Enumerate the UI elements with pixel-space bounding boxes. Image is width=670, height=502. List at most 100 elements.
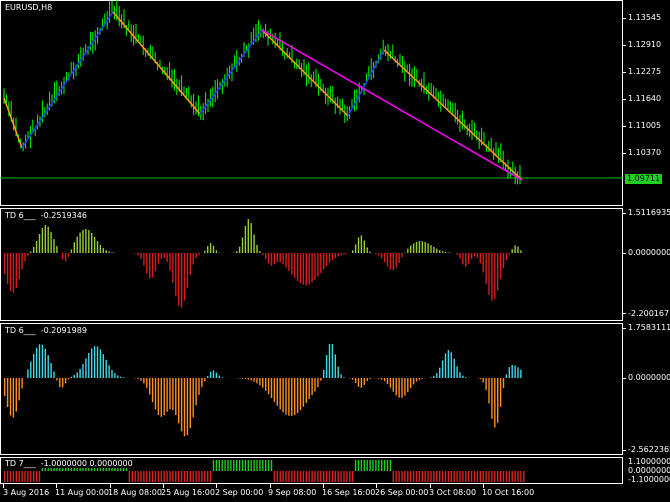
- histogram-bar: [215, 372, 218, 378]
- signal-bar: [149, 471, 151, 482]
- histogram-bar: [166, 253, 168, 262]
- histogram-bar: [273, 378, 276, 402]
- signal-bar: [207, 471, 209, 482]
- zigzag-segment: [199, 29, 263, 115]
- histogram-bar: [508, 367, 510, 378]
- histogram-bar: [265, 253, 267, 260]
- signal-bar: [436, 471, 438, 482]
- zigzag-segment: [3, 97, 23, 149]
- histogram-bar: [253, 234, 255, 253]
- histogram-bar: [108, 365, 110, 378]
- price-label: 1.12275: [628, 67, 662, 76]
- signal-bar: [331, 471, 334, 482]
- histogram-bar: [383, 378, 386, 382]
- histogram-bar: [18, 253, 20, 280]
- histogram-bar: [151, 253, 154, 278]
- signal-bar: [459, 471, 461, 482]
- histogram-bar: [369, 378, 371, 379]
- signal-bar: [238, 460, 241, 471]
- histogram-bar: [105, 250, 107, 253]
- histogram-bar: [189, 253, 191, 275]
- histogram-bar: [276, 378, 278, 406]
- histogram-bar: [117, 375, 119, 378]
- histogram-bar: [331, 253, 334, 261]
- signal-bar: [407, 471, 409, 482]
- histogram-bar: [404, 378, 406, 396]
- signal-bar: [508, 471, 510, 482]
- signal-bar: [511, 471, 513, 482]
- histogram-bar: [59, 378, 61, 387]
- signal-bar: [15, 471, 17, 482]
- histogram-bar: [102, 248, 104, 253]
- signal-bar: [360, 460, 363, 471]
- signal-bar: [291, 471, 293, 482]
- histogram-bar: [320, 378, 322, 381]
- time-label: 18 Aug 08:00: [108, 488, 162, 497]
- histogram-bar: [482, 253, 484, 273]
- histogram-bar: [207, 246, 209, 253]
- histogram-bar: [412, 378, 415, 385]
- time-label: 26 Sep 00:00: [375, 488, 429, 497]
- signal-bar: [212, 460, 215, 471]
- histogram-bar: [250, 378, 252, 381]
- histogram-bar: [479, 253, 481, 264]
- signal-bar: [299, 471, 302, 482]
- signal-bar: [256, 460, 258, 471]
- histogram-bar: [378, 253, 380, 256]
- histogram-bar: [50, 362, 52, 378]
- price-label: 1.11005: [628, 121, 662, 130]
- histogram-bar: [143, 378, 145, 384]
- histogram-bar: [85, 229, 87, 253]
- signal-bar: [244, 460, 247, 471]
- histogram-bar: [178, 253, 180, 306]
- histogram-bar: [407, 248, 409, 253]
- signal-bar: [172, 471, 174, 482]
- histogram-bar: [215, 250, 218, 253]
- signal-bar: [166, 471, 168, 482]
- histogram-bar: [325, 253, 328, 266]
- signal-bar: [401, 471, 403, 482]
- signal-bar: [378, 460, 380, 471]
- histogram-bar: [337, 366, 339, 378]
- indicator-level-label: 1.5116935: [628, 208, 670, 217]
- histogram-bar: [401, 253, 403, 258]
- signal-bar: [250, 460, 252, 471]
- histogram-bar: [427, 243, 429, 253]
- histogram-bar: [67, 253, 70, 258]
- signal-bar: [375, 460, 377, 471]
- trend-line: [261, 29, 523, 181]
- histogram-bar: [6, 253, 9, 284]
- histogram-bar: [175, 378, 177, 416]
- signal-bar: [450, 471, 452, 482]
- histogram-bar: [288, 253, 290, 271]
- histogram-bar: [520, 250, 522, 253]
- signal-bar: [311, 471, 313, 482]
- signal-bar: [221, 460, 223, 471]
- histogram-bar: [517, 367, 519, 378]
- histogram-bar: [392, 378, 394, 392]
- histogram-bar: [169, 378, 171, 410]
- histogram-bar: [253, 378, 255, 382]
- histogram-bar: [47, 355, 49, 378]
- histogram-bar: [91, 233, 93, 253]
- signal-bar: [334, 471, 336, 482]
- histogram-bar: [44, 225, 46, 253]
- histogram-bar: [267, 378, 270, 395]
- histogram-bar: [70, 249, 73, 253]
- histogram-bar: [410, 378, 412, 388]
- signal-bar: [4, 471, 6, 482]
- histogram-bar: [502, 378, 505, 389]
- time-label: 9 Sep 08:00: [268, 488, 317, 497]
- histogram-bar: [407, 378, 409, 393]
- price-chart-canvas[interactable]: [0, 0, 623, 206]
- histogram-bar: [114, 373, 116, 378]
- histogram-bar: [381, 253, 383, 259]
- signal-bar: [404, 471, 406, 482]
- histogram-bar: [398, 253, 400, 263]
- histogram-bar: [186, 378, 189, 436]
- indicator-level-label: 0.0000000: [628, 373, 670, 382]
- histogram-bar: [270, 378, 273, 398]
- histogram-bar: [314, 378, 316, 392]
- histogram-bar: [491, 378, 493, 419]
- histogram-bar: [323, 253, 325, 270]
